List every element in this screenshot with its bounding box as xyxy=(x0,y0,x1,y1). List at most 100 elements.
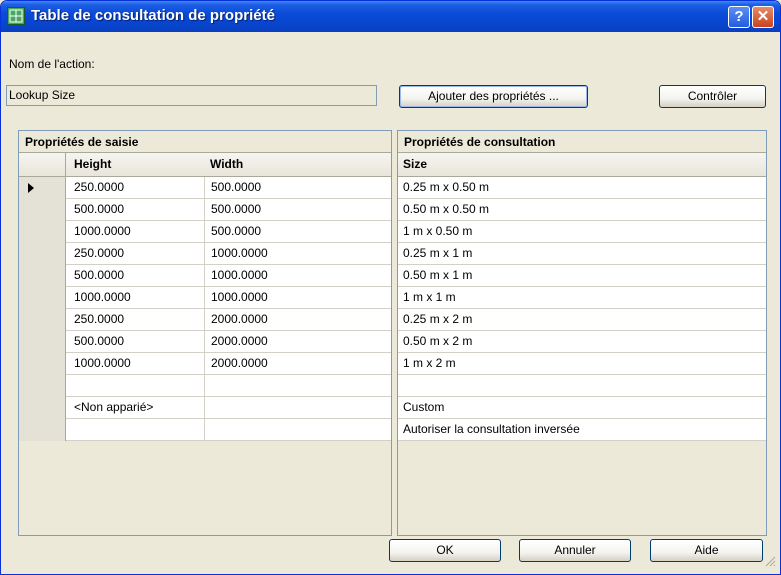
size-cell[interactable]: 0.50 m x 2 m xyxy=(400,331,764,353)
height-cell[interactable] xyxy=(71,375,205,397)
width-cell[interactable]: 2000.0000 xyxy=(208,353,388,375)
input-grid-title: Propriétés de saisie xyxy=(19,131,391,153)
size-cell[interactable]: 0.25 m x 1 m xyxy=(400,243,764,265)
height-cell[interactable]: 500.0000 xyxy=(71,331,205,353)
close-icon[interactable]: ✕ xyxy=(752,6,774,28)
row-header[interactable] xyxy=(19,397,66,419)
table-row[interactable]: 1000.0000 500.0000 xyxy=(19,221,391,243)
size-cell[interactable]: 0.25 m x 0.50 m xyxy=(400,177,764,199)
table-row[interactable]: 1000.0000 2000.0000 xyxy=(19,353,391,375)
height-cell[interactable]: 250.0000 xyxy=(71,309,205,331)
table-row[interactable]: 250.0000 2000.0000 xyxy=(19,309,391,331)
table-row[interactable]: 1000.0000 1000.0000 xyxy=(19,287,391,309)
width-cell[interactable]: 1000.0000 xyxy=(208,265,388,287)
lookup-grid-title: Propriétés de consultation xyxy=(398,131,766,153)
size-cell[interactable]: Custom xyxy=(400,397,764,419)
row-header[interactable] xyxy=(19,243,66,265)
action-name-label: Nom de l'action: xyxy=(9,57,95,71)
lookup-grid-rows: 0.25 m x 0.50 m 0.50 m x 0.50 m1 m x 0.50… xyxy=(398,177,766,441)
dialog-window: Table de consultation de propriété ? ✕ N… xyxy=(0,0,781,575)
table-row[interactable]: 1 m x 2 m xyxy=(398,353,766,375)
size-cell[interactable]: 0.50 m x 1 m xyxy=(400,265,764,287)
lookup-grid-header: Size xyxy=(398,153,766,177)
help-icon[interactable]: ? xyxy=(728,6,750,28)
width-cell[interactable]: 500.0000 xyxy=(208,221,388,243)
width-cell[interactable]: 2000.0000 xyxy=(208,331,388,353)
cancel-button[interactable]: Annuler xyxy=(519,539,631,562)
width-cell[interactable] xyxy=(208,419,388,441)
width-cell[interactable]: 1000.0000 xyxy=(208,287,388,309)
column-header-size[interactable]: Size xyxy=(403,157,427,171)
table-row[interactable]: 250.0000 500.0000 xyxy=(19,177,391,199)
table-row[interactable] xyxy=(19,419,391,441)
row-header[interactable] xyxy=(19,353,66,375)
width-cell[interactable]: 500.0000 xyxy=(208,199,388,221)
width-cell[interactable] xyxy=(208,397,388,419)
width-cell[interactable]: 2000.0000 xyxy=(208,309,388,331)
size-cell[interactable]: 1 m x 0.50 m xyxy=(400,221,764,243)
height-cell[interactable]: 500.0000 xyxy=(71,265,205,287)
height-cell[interactable]: 1000.0000 xyxy=(71,353,205,375)
block-table-icon xyxy=(7,7,25,25)
size-grip-icon[interactable] xyxy=(764,555,776,570)
lookup-properties-grid: Propriétés de consultation Size 0.25 m x… xyxy=(397,130,767,536)
column-header-height[interactable]: Height xyxy=(74,157,111,171)
table-row[interactable]: 0.25 m x 0.50 m xyxy=(398,177,766,199)
size-cell[interactable]: 1 m x 1 m xyxy=(400,287,764,309)
row-header[interactable] xyxy=(19,331,66,353)
table-row[interactable]: 1 m x 1 m xyxy=(398,287,766,309)
window-title: Table de consultation de propriété xyxy=(31,7,275,24)
table-row[interactable] xyxy=(398,375,766,397)
table-row[interactable]: 500.0000 2000.0000 xyxy=(19,331,391,353)
size-cell[interactable]: 1 m x 2 m xyxy=(400,353,764,375)
table-row[interactable]: 0.50 m x 1 m xyxy=(398,265,766,287)
table-row[interactable]: 500.0000 1000.0000 xyxy=(19,265,391,287)
ok-button[interactable]: OK xyxy=(389,539,501,562)
size-cell[interactable]: 0.25 m x 2 m xyxy=(400,309,764,331)
table-row[interactable]: Custom xyxy=(398,397,766,419)
row-header[interactable] xyxy=(19,375,66,397)
height-cell[interactable]: 500.0000 xyxy=(71,199,205,221)
table-row[interactable]: 0.50 m x 0.50 m xyxy=(398,199,766,221)
input-grid-rows: 250.0000 500.0000 500.0000 500.0000 1000.000… xyxy=(19,177,391,441)
dialog-body: Nom de l'action: Lookup Size Ajouter des… xyxy=(4,32,777,571)
size-cell[interactable]: 0.50 m x 0.50 m xyxy=(400,199,764,221)
row-header[interactable] xyxy=(19,419,66,441)
row-header[interactable] xyxy=(19,221,66,243)
row-pointer-icon xyxy=(28,183,34,193)
size-cell[interactable] xyxy=(400,375,764,397)
height-cell[interactable]: 250.0000 xyxy=(71,243,205,265)
row-header[interactable] xyxy=(19,177,66,199)
add-properties-button[interactable]: Ajouter des propriétés ... xyxy=(399,85,588,108)
table-row[interactable]: <Non apparié> xyxy=(19,397,391,419)
table-row[interactable]: Autoriser la consultation inversée xyxy=(398,419,766,441)
row-header[interactable] xyxy=(19,265,66,287)
table-row[interactable]: 0.25 m x 2 m xyxy=(398,309,766,331)
height-cell[interactable]: <Non apparié> xyxy=(71,397,205,419)
row-header[interactable] xyxy=(19,199,66,221)
help-button[interactable]: Aide xyxy=(650,539,763,562)
height-cell[interactable]: 1000.0000 xyxy=(71,287,205,309)
input-grid-header: Height Width xyxy=(19,153,391,177)
width-cell[interactable]: 1000.0000 xyxy=(208,243,388,265)
table-row[interactable]: 500.0000 500.0000 xyxy=(19,199,391,221)
height-cell[interactable] xyxy=(71,419,205,441)
size-cell[interactable]: Autoriser la consultation inversée xyxy=(400,419,764,441)
column-header-width[interactable]: Width xyxy=(210,157,243,171)
table-row[interactable]: 1 m x 0.50 m xyxy=(398,221,766,243)
header-corner xyxy=(19,153,66,176)
height-cell[interactable]: 250.0000 xyxy=(71,177,205,199)
height-cell[interactable]: 1000.0000 xyxy=(71,221,205,243)
input-properties-grid: Propriétés de saisie Height Width 250.00… xyxy=(18,130,392,536)
row-header[interactable] xyxy=(19,309,66,331)
row-header[interactable] xyxy=(19,287,66,309)
action-name-field[interactable]: Lookup Size xyxy=(6,85,377,106)
width-cell[interactable]: 500.0000 xyxy=(208,177,388,199)
width-cell[interactable] xyxy=(208,375,388,397)
check-button[interactable]: Contrôler xyxy=(659,85,766,108)
title-bar[interactable]: Table de consultation de propriété ? ✕ xyxy=(1,1,780,32)
table-row[interactable]: 0.25 m x 1 m xyxy=(398,243,766,265)
table-row[interactable] xyxy=(19,375,391,397)
table-row[interactable]: 0.50 m x 2 m xyxy=(398,331,766,353)
table-row[interactable]: 250.0000 1000.0000 xyxy=(19,243,391,265)
